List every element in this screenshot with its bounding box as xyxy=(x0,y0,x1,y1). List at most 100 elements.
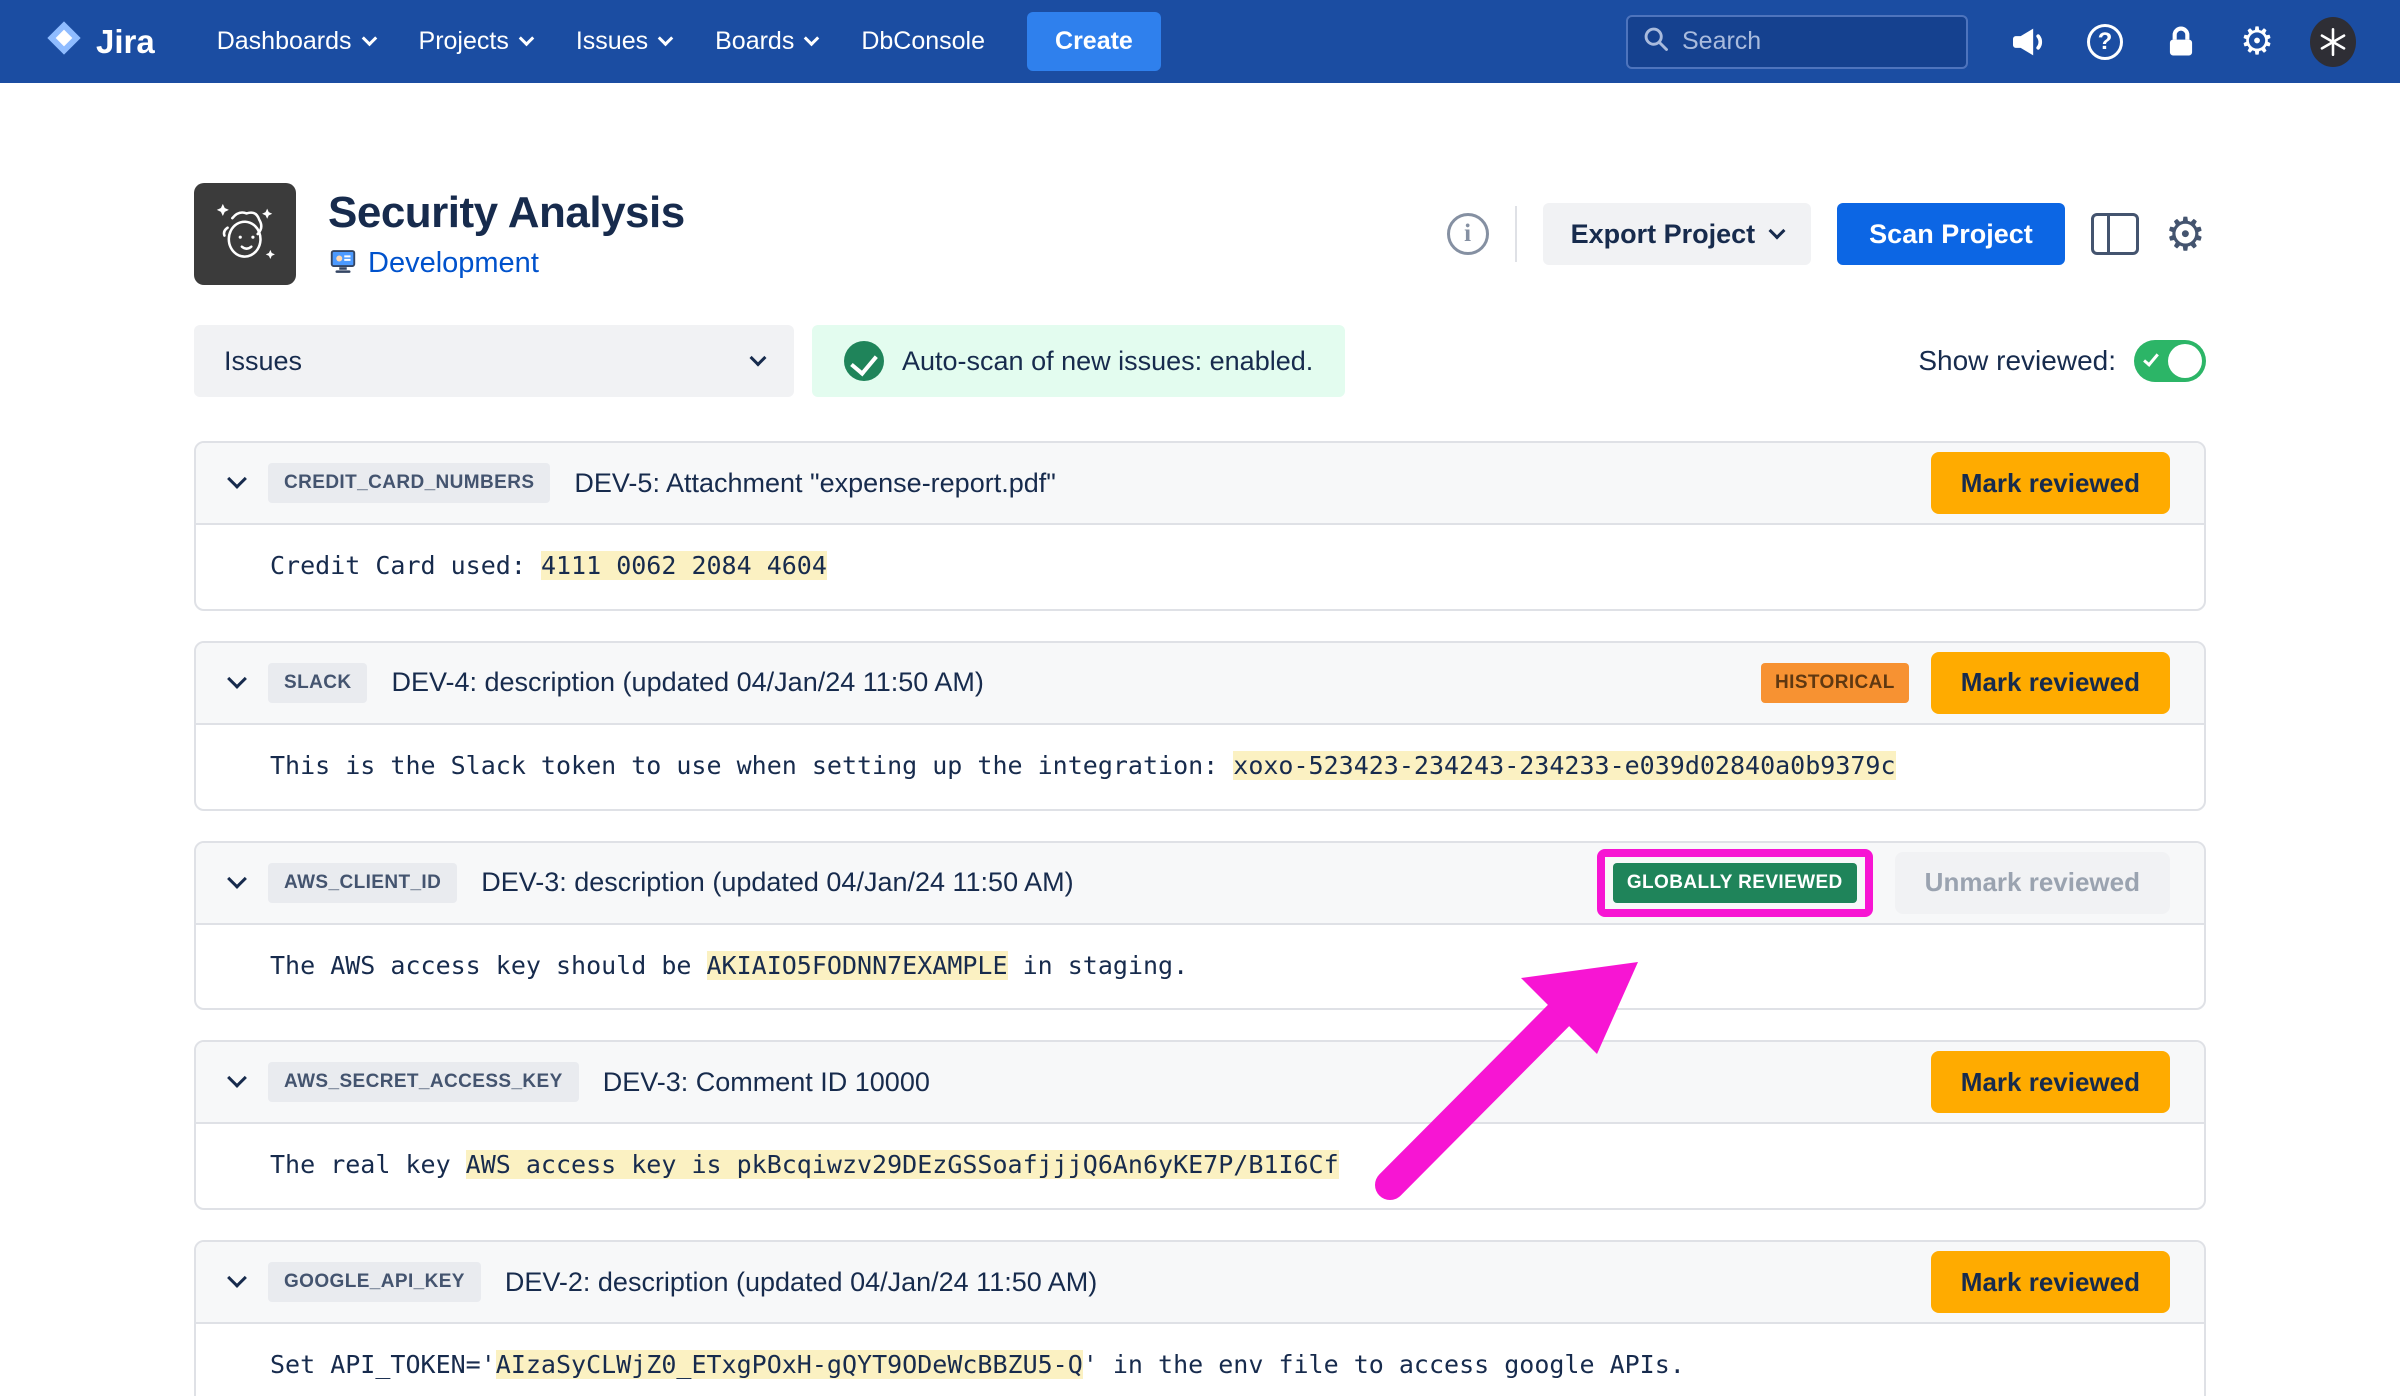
nav-projects-label: Projects xyxy=(419,27,509,56)
issue-card-slack: SLACK DEV-4: description (updated 04/Jan… xyxy=(194,641,2206,811)
search-input[interactable] xyxy=(1682,27,1952,56)
issue-card-aws-client-id: AWS_CLIENT_ID DEV-3: description (update… xyxy=(194,841,2206,1011)
body-text: in staging. xyxy=(1008,951,1189,980)
issues-filter-select[interactable]: Issues xyxy=(194,325,794,397)
gear-icon[interactable]: ⚙ xyxy=(2234,19,2280,65)
show-reviewed-label: Show reviewed: xyxy=(1918,345,2116,377)
question-mark-glyph: ? xyxy=(2087,24,2123,60)
nav-boards-label: Boards xyxy=(715,27,794,56)
nav-issues[interactable]: Issues xyxy=(558,27,689,56)
secret-highlight: AKIAIO5FODNN7EXAMPLE xyxy=(707,951,1008,980)
body-text: Set API_TOKEN=' xyxy=(270,1350,496,1379)
body-text: This is the Slack token to use when sett… xyxy=(270,751,1233,780)
body-text: The real key xyxy=(270,1150,466,1179)
page-title: Security Analysis xyxy=(328,188,685,238)
issue-body: The real key AWS access key is pkBcqiwzv… xyxy=(196,1122,2204,1208)
nav-boards[interactable]: Boards xyxy=(697,27,835,56)
issue-body: Credit Card used: 4111 0062 2084 4604 xyxy=(196,523,2204,609)
project-link-development[interactable]: Development xyxy=(368,247,539,280)
issue-title: DEV-2: description (updated 04/Jan/24 11… xyxy=(505,1267,1097,1298)
card-header: SLACK DEV-4: description (updated 04/Jan… xyxy=(196,643,2204,723)
mark-reviewed-button[interactable]: Mark reviewed xyxy=(1931,652,2170,714)
jira-logo[interactable]: Jira xyxy=(44,18,155,66)
nav-issues-label: Issues xyxy=(576,27,648,56)
issues-list: CREDIT_CARD_NUMBERS DEV-5: Attachment "e… xyxy=(194,441,2206,1396)
search-box[interactable] xyxy=(1626,15,1968,69)
mark-reviewed-button[interactable]: Mark reviewed xyxy=(1931,452,2170,514)
check-circle-icon xyxy=(844,341,884,381)
card-header: GOOGLE_API_KEY DEV-2: description (updat… xyxy=(196,1242,2204,1322)
mark-reviewed-button[interactable]: Mark reviewed xyxy=(1931,1051,2170,1113)
issue-card-aws-secret: AWS_SECRET_ACCESS_KEY DEV-3: Comment ID … xyxy=(194,1040,2206,1210)
body-text: The AWS access key should be xyxy=(270,951,707,980)
nav-dbconsole[interactable]: DbConsole xyxy=(843,27,1003,56)
annotation-box: GLOBALLY REVIEWED xyxy=(1597,849,1873,917)
board-layout-icon[interactable] xyxy=(2091,213,2139,255)
detector-badge: AWS_SECRET_ACCESS_KEY xyxy=(268,1062,579,1102)
secret-highlight: xoxo-523423-234243-234233-e039d02840a0b9… xyxy=(1233,751,1895,780)
development-project-icon xyxy=(328,246,358,281)
issue-body: This is the Slack token to use when sett… xyxy=(196,723,2204,809)
issue-card-google-api-key: GOOGLE_API_KEY DEV-2: description (updat… xyxy=(194,1240,2206,1396)
collapse-chevron-icon[interactable] xyxy=(227,869,247,889)
jira-brand-text: Jira xyxy=(96,23,155,61)
issue-title: DEV-5: Attachment "expense-report.pdf" xyxy=(574,468,1055,499)
search-icon xyxy=(1642,25,1670,58)
collapse-chevron-icon[interactable] xyxy=(227,669,247,689)
nav-dashboards-label: Dashboards xyxy=(217,27,352,56)
collapse-chevron-icon[interactable] xyxy=(227,1068,247,1088)
chevron-down-icon xyxy=(804,31,820,47)
project-avatar xyxy=(194,183,296,285)
user-avatar[interactable] xyxy=(2310,19,2356,65)
secret-highlight: AIzaSyCLWjZ0_ETxgPOxH-gQYT9ODeWcBBZU5-Q xyxy=(496,1350,1083,1379)
info-icon[interactable]: i xyxy=(1447,213,1489,255)
lock-icon[interactable] xyxy=(2158,19,2204,65)
detector-badge: CREDIT_CARD_NUMBERS xyxy=(268,463,550,503)
help-icon[interactable]: ? xyxy=(2082,19,2128,65)
issue-card-credit-card: CREDIT_CARD_NUMBERS DEV-5: Attachment "e… xyxy=(194,441,2206,611)
chevron-down-icon xyxy=(1769,223,1786,240)
scan-project-button[interactable]: Scan Project xyxy=(1837,203,2065,265)
issue-title: DEV-3: Comment ID 10000 xyxy=(603,1067,930,1098)
issue-body: The AWS access key should be AKIAIO5FODN… xyxy=(196,923,2204,1009)
toggle-knob xyxy=(2168,344,2202,378)
issue-body: Set API_TOKEN='AIzaSyCLWjZ0_ETxgPOxH-gQY… xyxy=(196,1322,2204,1396)
autoscan-status-pill: Auto-scan of new issues: enabled. xyxy=(812,325,1345,397)
historical-badge: HISTORICAL xyxy=(1761,663,1909,703)
body-text: ' in the env file to access google APIs. xyxy=(1083,1350,1685,1379)
create-button[interactable]: Create xyxy=(1027,12,1161,71)
show-reviewed-toggle[interactable] xyxy=(2134,340,2206,382)
export-project-label: Export Project xyxy=(1571,219,1756,250)
chevron-down-icon xyxy=(361,31,377,47)
settings-gear-icon[interactable]: ⚙ xyxy=(2165,211,2206,257)
divider xyxy=(1515,206,1517,262)
chevron-down-icon xyxy=(519,31,535,47)
issue-title: DEV-4: description (updated 04/Jan/24 11… xyxy=(391,667,983,698)
secret-highlight: AWS access key is pkBcqiwzv29DEzGSSoafjj… xyxy=(466,1150,1339,1179)
chevron-down-icon xyxy=(750,350,767,367)
nav-dashboards[interactable]: Dashboards xyxy=(199,27,393,56)
mark-reviewed-button[interactable]: Mark reviewed xyxy=(1931,1251,2170,1313)
nav-projects[interactable]: Projects xyxy=(401,27,550,56)
unmark-reviewed-button[interactable]: Unmark reviewed xyxy=(1895,852,2170,914)
issues-filter-value: Issues xyxy=(224,346,302,377)
avatar-art xyxy=(2310,17,2356,67)
card-header: AWS_SECRET_ACCESS_KEY DEV-3: Comment ID … xyxy=(196,1042,2204,1122)
globally-reviewed-badge: GLOBALLY REVIEWED xyxy=(1613,863,1857,903)
card-header: AWS_CLIENT_ID DEV-3: description (update… xyxy=(196,843,2204,923)
detector-badge: SLACK xyxy=(268,663,367,703)
collapse-chevron-icon[interactable] xyxy=(227,1268,247,1288)
megaphone-icon[interactable] xyxy=(2006,19,2052,65)
export-project-button[interactable]: Export Project xyxy=(1543,203,1812,265)
collapse-chevron-icon[interactable] xyxy=(227,469,247,489)
toggle-check-icon xyxy=(2143,350,2159,367)
detector-badge: GOOGLE_API_KEY xyxy=(268,1262,481,1302)
secret-highlight: 4111 0062 2084 4604 xyxy=(541,551,827,580)
chevron-down-icon xyxy=(658,31,674,47)
jira-logo-icon xyxy=(44,18,84,66)
autoscan-status-text: Auto-scan of new issues: enabled. xyxy=(902,346,1313,377)
detector-badge: AWS_CLIENT_ID xyxy=(268,863,457,903)
card-header: CREDIT_CARD_NUMBERS DEV-5: Attachment "e… xyxy=(196,443,2204,523)
nav-dbconsole-label: DbConsole xyxy=(861,27,985,56)
top-nav: Jira Dashboards Projects Issues Boards D… xyxy=(0,0,2400,83)
